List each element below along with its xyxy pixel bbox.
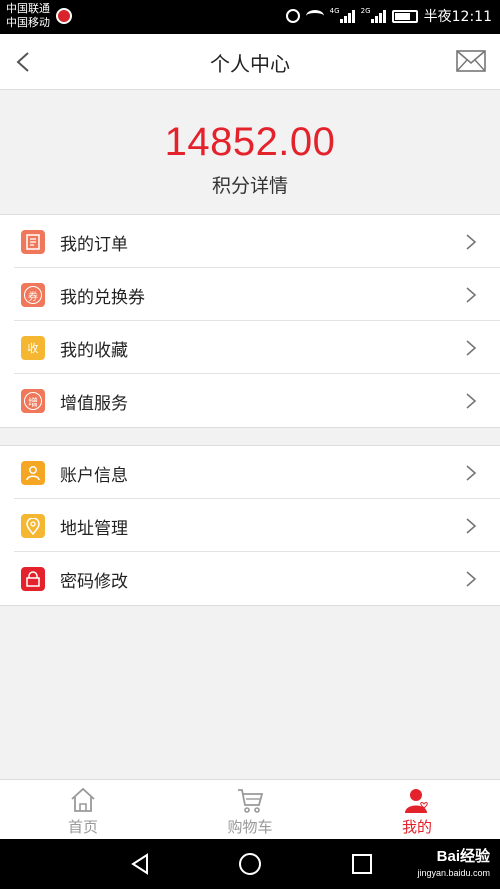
bottom-tab-bar: 首页 购物车 我的 bbox=[0, 779, 500, 839]
status-bar: 中国联通 中国移动 4G 2G 半夜12:11 bbox=[0, 0, 500, 34]
carrier-2: 中国移动 bbox=[6, 16, 50, 29]
menu-item-label: 密码修改 bbox=[60, 572, 128, 592]
menu-item-account-info[interactable]: 账户信息 bbox=[14, 446, 500, 499]
lock-icon bbox=[21, 567, 45, 591]
battery-icon bbox=[391, 9, 418, 23]
menu-item-label: 账户信息 bbox=[60, 466, 128, 486]
system-home-icon[interactable] bbox=[238, 852, 262, 876]
system-recents-icon[interactable] bbox=[350, 852, 374, 876]
signal-icon: 4G bbox=[329, 7, 355, 23]
status-icons: 4G 2G 半夜12:11 bbox=[285, 6, 492, 26]
menu-item-label: 我的订单 bbox=[60, 235, 128, 255]
watermark-url: jingyan.baidu.com bbox=[417, 868, 490, 878]
menu-item-address[interactable]: 地址管理 bbox=[14, 499, 500, 552]
user-icon bbox=[405, 789, 428, 813]
chevron-right-icon bbox=[466, 234, 477, 250]
tab-label: 购物车 bbox=[227, 818, 273, 836]
location-icon bbox=[21, 514, 45, 538]
menu-group-account: 账户信息 地址管理 密码修改 bbox=[0, 445, 500, 606]
system-back-icon[interactable] bbox=[128, 852, 152, 876]
home-icon bbox=[71, 787, 95, 812]
alarm-icon bbox=[285, 9, 300, 23]
menu-item-orders[interactable]: 我的订单 bbox=[14, 215, 500, 268]
watermark: Bai经验 jingyan.baidu.com bbox=[417, 849, 490, 881]
tab-label: 我的 bbox=[401, 818, 432, 836]
service-icon: 增 bbox=[21, 389, 45, 413]
favorite-badge-text: 收 bbox=[27, 342, 39, 355]
favorite-icon: 收 bbox=[21, 336, 45, 360]
cart-icon bbox=[238, 789, 264, 813]
menu-item-coupons[interactable]: 券 我的兑换券 bbox=[14, 268, 500, 321]
carrier-info: 中国联通 中国移动 bbox=[6, 2, 50, 30]
chevron-right-icon bbox=[466, 571, 477, 587]
menu-item-label: 我的收藏 bbox=[60, 341, 128, 361]
network-type-2: 2G bbox=[360, 7, 371, 15]
watermark-brand: Bai经验 bbox=[436, 848, 490, 865]
clock: 半夜12:11 bbox=[423, 9, 492, 25]
wifi-icon bbox=[305, 10, 324, 22]
tab-home[interactable]: 首页 bbox=[0, 780, 166, 840]
signal-icon-2: 2G bbox=[360, 7, 386, 23]
service-badge-text: 增 bbox=[24, 392, 42, 410]
menu-item-label: 我的兑换券 bbox=[60, 288, 145, 308]
menu-item-label: 地址管理 bbox=[60, 519, 128, 539]
account-icon bbox=[21, 461, 45, 485]
order-icon bbox=[21, 230, 45, 254]
chevron-right-icon bbox=[466, 393, 477, 409]
coupon-icon: 券 bbox=[21, 283, 45, 307]
chevron-right-icon bbox=[466, 287, 477, 303]
system-navigation-bar: Bai经验 jingyan.baidu.com bbox=[0, 839, 500, 889]
tab-label: 首页 bbox=[67, 818, 98, 836]
chevron-right-icon bbox=[466, 518, 477, 534]
menu-item-value-added-services[interactable]: 增 增值服务 bbox=[14, 374, 500, 427]
carrier-logo-icon bbox=[56, 8, 72, 24]
mail-icon[interactable] bbox=[456, 49, 486, 73]
menu-item-favorites[interactable]: 收 我的收藏 bbox=[14, 321, 500, 374]
menu-group-orders: 我的订单 券 我的兑换券 收 我的收藏 增 增值服务 bbox=[0, 214, 500, 428]
navigation-bar: 个人中心 bbox=[0, 34, 500, 90]
points-value: 14852.00 bbox=[164, 120, 336, 164]
chevron-right-icon bbox=[466, 465, 477, 481]
coupon-badge-text: 券 bbox=[24, 286, 42, 304]
menu-item-change-password[interactable]: 密码修改 bbox=[14, 552, 500, 605]
chevron-right-icon bbox=[466, 340, 477, 356]
points-panel[interactable]: 14852.00 积分详情 bbox=[0, 90, 500, 214]
menu-item-label: 增值服务 bbox=[60, 394, 128, 414]
points-detail-link[interactable]: 积分详情 bbox=[0, 171, 500, 198]
network-type-1: 4G bbox=[329, 7, 340, 15]
tab-cart[interactable]: 购物车 bbox=[167, 780, 333, 840]
tab-mine[interactable]: 我的 bbox=[334, 780, 500, 840]
carrier-1: 中国联通 bbox=[6, 2, 50, 15]
page-title: 个人中心 bbox=[210, 52, 290, 76]
